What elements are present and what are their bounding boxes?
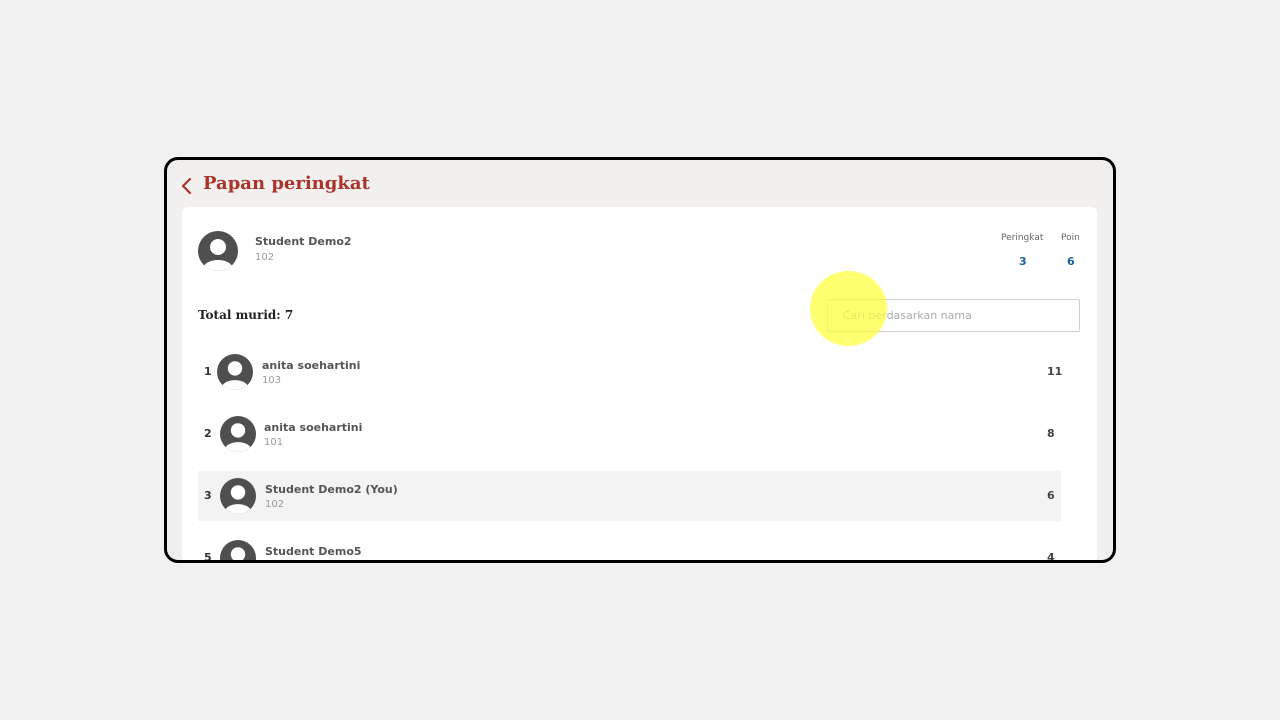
- rank-number: 2: [204, 427, 212, 440]
- student-id: 103: [262, 375, 282, 386]
- avatar: [220, 416, 256, 452]
- app-window: Papan peringkat Student Demo2 102 Pering…: [164, 157, 1116, 563]
- list-item[interactable]: 5 Student Demo5 4: [198, 533, 1061, 563]
- student-name: anita soehartini: [264, 421, 363, 434]
- avatar: [217, 354, 253, 390]
- user-icon: [230, 547, 246, 560]
- points-label: Poin: [1061, 233, 1080, 243]
- list-item[interactable]: 3 Student Demo2 (You) 102 6: [198, 471, 1061, 521]
- rank-label: Peringkat: [1001, 233, 1044, 243]
- points-value: 6: [1067, 255, 1075, 268]
- current-user-name: Student Demo2: [255, 235, 352, 248]
- user-icon: [224, 485, 252, 514]
- rank-number: 1: [204, 365, 212, 378]
- search-input[interactable]: [827, 299, 1080, 332]
- user-icon: [203, 239, 233, 271]
- avatar: [220, 540, 256, 560]
- rank-number: 5: [204, 551, 212, 563]
- student-points: 11: [1047, 365, 1063, 378]
- list-item[interactable]: 2 anita soehartini 101 8: [198, 409, 1061, 459]
- rank-number: 3: [204, 489, 212, 502]
- student-name: Student Demo2 (You): [265, 483, 398, 496]
- student-points: 6: [1047, 489, 1055, 502]
- avatar: [198, 231, 238, 271]
- student-points: 4: [1047, 551, 1055, 563]
- student-points: 8: [1047, 427, 1055, 440]
- page-title: Papan peringkat: [203, 173, 370, 194]
- list-item[interactable]: 1 anita soehartini 103 11: [198, 347, 1063, 397]
- user-icon: [221, 361, 249, 390]
- rank-value: 3: [1019, 255, 1027, 268]
- current-user-id: 102: [255, 252, 275, 263]
- avatar: [220, 478, 256, 514]
- student-name: Student Demo5: [265, 545, 362, 558]
- user-icon: [224, 423, 252, 452]
- total-students: Total murid: 7: [198, 308, 294, 322]
- student-id: 101: [264, 437, 284, 448]
- student-name: anita soehartini: [262, 359, 361, 372]
- chevron-left-icon[interactable]: [180, 177, 196, 195]
- leaderboard-card: Student Demo2 102 Peringkat Poin 3 6 Tot…: [182, 207, 1097, 563]
- header: Papan peringkat: [167, 160, 1113, 208]
- student-id: 102: [265, 499, 285, 510]
